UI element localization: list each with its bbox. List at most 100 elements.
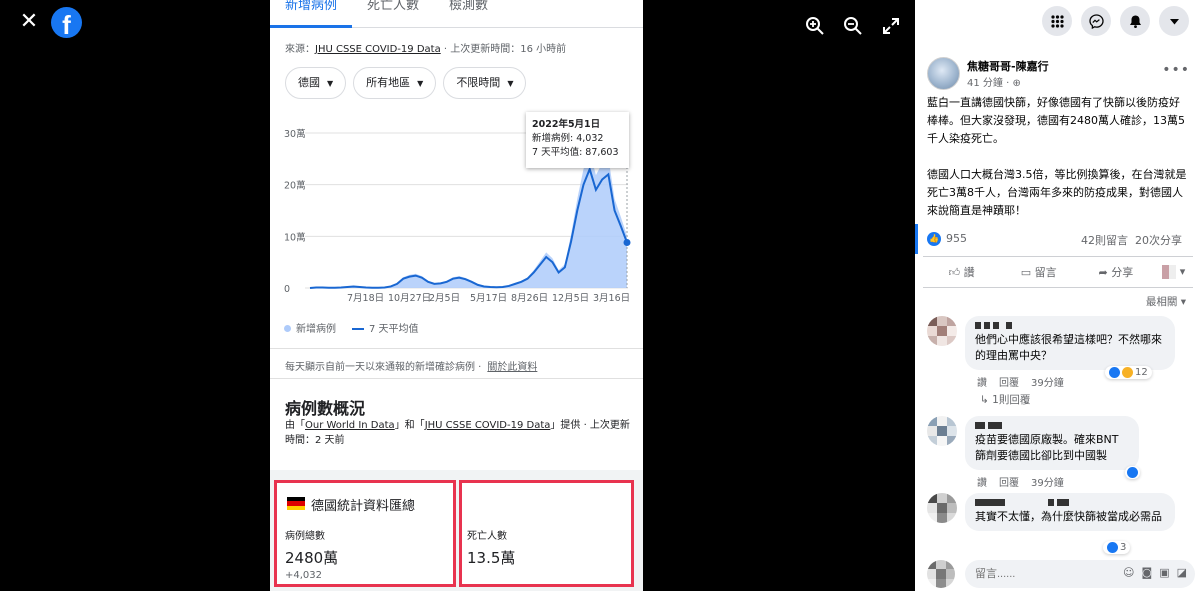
- like-reaction-icon: [1127, 467, 1138, 478]
- post-paragraph: 德國人口大概台灣3.5倍，等比例換算後，在台灣就是死亡3萬8千人，台灣兩年多來的…: [927, 168, 1187, 217]
- overview-subtitle: 由「Our World In Data」和「JHU CSSE COVID-19 …: [285, 418, 630, 448]
- y-tick-label: 20萬: [284, 180, 306, 192]
- like-reaction-icon: [1109, 367, 1120, 378]
- comment-time: 39分鐘: [1031, 478, 1064, 489]
- commenter-avatar[interactable]: [927, 493, 957, 523]
- data-note: 每天顯示自前一天以來通報的新增確診病例 · 關於此資料: [285, 358, 537, 373]
- comment-reaction-count[interactable]: 12: [1105, 366, 1152, 379]
- x-tick-label: 3月16日: [593, 293, 630, 304]
- comment-text: 他們心中應該很希望這樣吧？不然哪來的理由罵中央？: [975, 333, 1162, 362]
- more-options-icon[interactable]: •••: [1162, 62, 1190, 78]
- post-body: 藍白一直講德國快篩，好像德國有了快篩以後防疫好棒棒。但大家沒發現，德國有2480…: [927, 94, 1189, 238]
- post-time-text: 41 分鐘 ·: [967, 78, 1010, 89]
- x-tick-label: 10月27日: [388, 293, 431, 304]
- share-button[interactable]: ➦ 分享: [1077, 264, 1154, 280]
- reaction-count: 12: [1135, 367, 1148, 378]
- like-reaction-icon: [1107, 542, 1118, 553]
- emoji-icon[interactable]: ☺: [1123, 566, 1134, 579]
- comment-reaction-count[interactable]: [1125, 466, 1140, 479]
- view-replies-link[interactable]: ↳ 1則回覆: [980, 392, 1030, 407]
- comment-text: 疫苗要德國原廠製。確來BNT篩劑要德國比卻比到中國製: [975, 433, 1119, 462]
- post-actions: 👍︎ 讚 ▭ 留言 ➦ 分享 ▾: [923, 256, 1193, 288]
- notifications-bell-icon[interactable]: [1120, 6, 1150, 36]
- tooltip-new-cases: 新增病例: 4,032: [532, 133, 604, 144]
- globe-icon: ⊕: [1012, 78, 1021, 89]
- deaths-value: 13.5萬: [467, 549, 516, 567]
- close-icon[interactable]: ✕: [18, 11, 40, 33]
- comment-reply-link[interactable]: 回覆: [999, 378, 1019, 389]
- tooltip-date: 2022年5月1日: [532, 119, 601, 130]
- comment-composer: ☺ ◙ ▣ ◪: [927, 560, 1195, 588]
- overview-sub-part: 由「: [285, 420, 305, 431]
- source-prefix: 來源：: [285, 44, 315, 55]
- gif-icon[interactable]: ▣: [1159, 566, 1169, 579]
- stat-box-cases: 德國統計資料匯總 病例總數 2480萬 +4,032: [274, 480, 456, 587]
- comment-time: 39分鐘: [1031, 378, 1064, 389]
- author-avatar[interactable]: [927, 57, 960, 90]
- x-tick-label: 12月5日: [552, 293, 589, 304]
- post-photo[interactable]: 新增病例 死亡人數 檢測數 來源：JHU CSSE COVID-19 Data …: [270, 0, 643, 591]
- x-tick-label: 8月26日: [511, 293, 548, 304]
- y-tick-label: 10萬: [284, 231, 306, 243]
- chevron-down-icon: ▼: [327, 79, 334, 88]
- zoom-out-icon[interactable]: [843, 16, 863, 36]
- top-bar: [915, 0, 1200, 44]
- messenger-icon[interactable]: [1081, 6, 1111, 36]
- total-cases-label: 病例總數: [285, 531, 325, 542]
- filter-region-label: 所有地區: [366, 76, 411, 89]
- legend-new-cases: 新增病例: [284, 320, 336, 335]
- comments-count[interactable]: 42則留言: [1081, 232, 1128, 248]
- zoom-in-icon[interactable]: [805, 16, 825, 36]
- chevron-down-icon: ▾: [1179, 265, 1186, 278]
- commenter-avatar[interactable]: [927, 316, 957, 346]
- redacted-name: [975, 499, 1165, 507]
- chevron-down-icon: ▼: [507, 79, 514, 88]
- like-button-label: 讚: [963, 266, 975, 279]
- stats-tabs: 新增病例 死亡人數 檢測數: [270, 0, 643, 28]
- own-avatar: [927, 560, 955, 588]
- stat-box-deaths: 死亡人數 13.5萬: [459, 480, 634, 587]
- comment-like-link[interactable]: 讚: [977, 478, 987, 489]
- author-name[interactable]: 焦糖哥哥-陳嘉行: [967, 58, 1049, 74]
- source-suffix: · 上次更新時間：16 小時前: [440, 44, 567, 55]
- comment-reaction-count[interactable]: 3: [1103, 541, 1131, 554]
- total-cases-delta: +4,032: [285, 570, 323, 581]
- like-button[interactable]: 👍︎ 讚: [923, 264, 1000, 280]
- x-tick-label: 7月18日: [347, 293, 384, 304]
- new-cases-area: [310, 151, 627, 288]
- comment-like-link[interactable]: 讚: [977, 378, 987, 389]
- sticker-icon[interactable]: ◪: [1177, 566, 1187, 579]
- camera-icon[interactable]: ◙: [1142, 566, 1153, 579]
- redacted-name: [975, 322, 1165, 330]
- hover-point: [623, 239, 631, 247]
- account-menu-chevron-down-icon[interactable]: [1159, 6, 1189, 36]
- stats-summary-title: 德國統計資料匯總: [311, 499, 416, 514]
- data-source: 來源：JHU CSSE COVID-19 Data · 上次更新時間：16 小時…: [285, 40, 566, 55]
- fullscreen-icon[interactable]: [881, 16, 901, 36]
- filter-time-label: 不限時間: [456, 76, 501, 89]
- thumbs-up-icon: 👍︎: [948, 266, 964, 279]
- divider: [270, 348, 643, 349]
- tab-tests: 檢測數: [449, 0, 489, 13]
- filter-time: 不限時間 ▼: [443, 67, 527, 99]
- post-time: 41 分鐘 · ⊕: [967, 74, 1021, 89]
- comment-reply-link[interactable]: 回覆: [999, 478, 1019, 489]
- jhu-link: JHU CSSE COVID-19 Data: [424, 420, 551, 431]
- shares-count[interactable]: 20次分享: [1135, 232, 1182, 248]
- menu-grid-icon[interactable]: [1042, 6, 1072, 36]
- chevron-down-icon: ▾: [1180, 296, 1186, 308]
- comment-sort[interactable]: 最相關 ▾: [1146, 294, 1186, 309]
- post-side-panel: 焦糖哥哥-陳嘉行 41 分鐘 · ⊕ ••• 藍白一直講德國快篩，好像德國有了快…: [915, 0, 1200, 591]
- focus-indicator: [915, 224, 918, 254]
- comment-button[interactable]: ▭ 留言: [1000, 264, 1077, 280]
- comment-meta: 讚 回覆 39分鐘: [977, 374, 1076, 389]
- note-text: 每天顯示自前一天以來通報的新增確診病例 ·: [285, 362, 482, 373]
- deaths-label: 死亡人數: [467, 531, 507, 542]
- reaction-profile-selector[interactable]: ▾: [1154, 265, 1193, 279]
- tab-new-cases: 新增病例: [270, 0, 353, 28]
- commenter-avatar[interactable]: [927, 416, 957, 446]
- tooltip-average: 7 天平均值: 87,603: [532, 147, 619, 158]
- like-summary[interactable]: 👍 955: [927, 232, 967, 246]
- chevron-down-icon: ▼: [417, 79, 424, 88]
- facebook-logo[interactable]: f: [51, 7, 82, 38]
